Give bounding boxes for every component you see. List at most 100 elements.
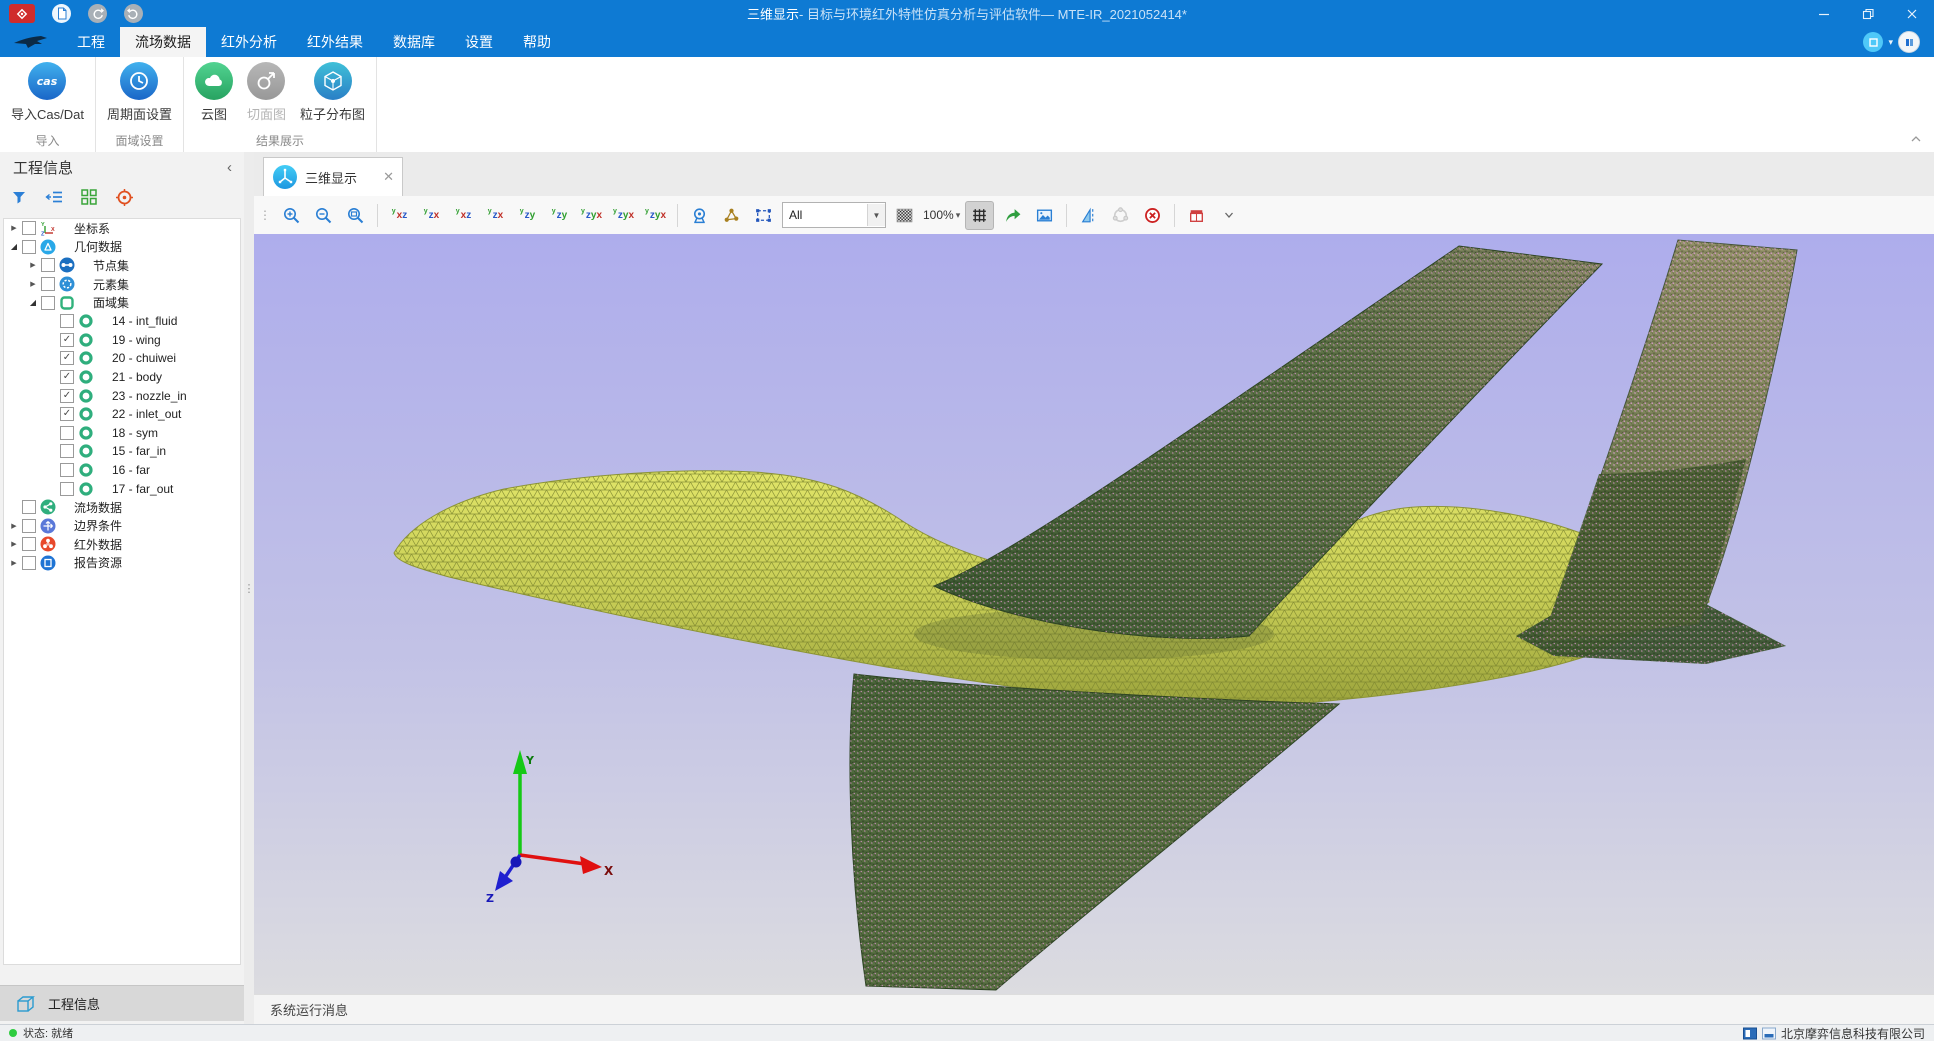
- tree-expander-icon[interactable]: ◢: [8, 242, 20, 251]
- zoom-in-button[interactable]: [278, 202, 305, 229]
- close-button[interactable]: [1890, 0, 1934, 27]
- tree-checkbox[interactable]: [22, 537, 36, 551]
- tree-checkbox[interactable]: [60, 463, 74, 477]
- ribbon-button-cas[interactable]: cas导入Cas/Dat: [6, 57, 89, 123]
- tree-expander-icon[interactable]: ▶: [27, 261, 39, 269]
- tree-item-2[interactable]: ◢几何数据: [4, 238, 240, 257]
- grid-toggle-button[interactable]: [965, 201, 994, 230]
- menu-item-1[interactable]: 工程: [62, 27, 120, 57]
- tree-item-5[interactable]: ◢面域集: [4, 293, 240, 312]
- ribbon-button-cloud[interactable]: 云图: [190, 57, 238, 123]
- tab-3d-view[interactable]: 三维显示 ✕: [263, 157, 403, 196]
- view-iso-3-button[interactable]: yzyx: [642, 202, 669, 229]
- view-zx-back-button[interactable]: yzx: [482, 202, 509, 229]
- tree-item-11[interactable]: ✓22 - inlet_out: [4, 405, 240, 424]
- zoom-window-button[interactable]: [342, 202, 369, 229]
- view-iso-1-button[interactable]: yzyx: [578, 202, 605, 229]
- display-filter-select[interactable]: All▼: [782, 202, 886, 228]
- more-options-caret[interactable]: [1215, 202, 1242, 229]
- maximize-button[interactable]: [1846, 0, 1890, 27]
- viewport-3d[interactable]: Y X Z: [254, 234, 1934, 995]
- tree-checkbox[interactable]: [41, 296, 55, 310]
- tree-checkbox[interactable]: [41, 258, 55, 272]
- tree-item-7[interactable]: ✓19 - wing: [4, 331, 240, 350]
- trace-points-button[interactable]: [718, 202, 745, 229]
- tree-checkbox[interactable]: [22, 519, 36, 533]
- tree-checkbox[interactable]: [22, 221, 36, 235]
- app-icon[interactable]: [9, 4, 35, 23]
- layout-toggle-2-icon[interactable]: [1762, 1027, 1776, 1040]
- tree-item-19[interactable]: ▶报告资源: [4, 554, 240, 573]
- mirror-button[interactable]: [1075, 202, 1102, 229]
- combo-arrow-icon[interactable]: ▼: [867, 204, 885, 226]
- tree-item-6[interactable]: 14 - int_fluid: [4, 312, 240, 331]
- tree-item-16[interactable]: 流场数据: [4, 498, 240, 517]
- zoom-percent-dropdown[interactable]: 100%▾: [923, 208, 960, 222]
- tree-checkbox[interactable]: [60, 426, 74, 440]
- cancel-button[interactable]: [1139, 202, 1166, 229]
- tree-checkbox[interactable]: ✓: [60, 333, 74, 347]
- snapshot-button[interactable]: [1031, 202, 1058, 229]
- tree-checkbox[interactable]: [60, 482, 74, 496]
- tree-expander-icon[interactable]: ▶: [8, 522, 20, 530]
- tree-item-4[interactable]: ▶元素集: [4, 275, 240, 294]
- tree-item-14[interactable]: 16 - far: [4, 461, 240, 480]
- view-xz-back-button[interactable]: yxz: [450, 202, 477, 229]
- tree-item-1[interactable]: ▶YZX坐标系: [4, 219, 240, 238]
- tree-expander-icon[interactable]: ▶: [27, 280, 39, 288]
- tree-item-8[interactable]: ✓20 - chuiwei: [4, 349, 240, 368]
- tree-item-3[interactable]: ▶节点集: [4, 256, 240, 275]
- new-doc-button[interactable]: [52, 4, 71, 23]
- ribbon-button-clock[interactable]: 周期面设置: [102, 57, 177, 123]
- export-view-button[interactable]: [999, 202, 1026, 229]
- viewpoint-button[interactable]: [686, 202, 713, 229]
- panel-collapse-button[interactable]: ‹: [227, 160, 232, 175]
- ribbon-collapse-chevron[interactable]: [1910, 130, 1922, 148]
- outline-button[interactable]: [44, 187, 64, 207]
- view-zx-button[interactable]: yzx: [418, 202, 445, 229]
- view-xz-button[interactable]: yxz: [386, 202, 413, 229]
- section-box-button[interactable]: [1183, 202, 1210, 229]
- tab-close-icon[interactable]: ✕: [383, 169, 394, 185]
- locate-button[interactable]: [114, 187, 134, 207]
- tree-checkbox[interactable]: ✓: [60, 407, 74, 421]
- box-select-button[interactable]: [750, 202, 777, 229]
- tree-checkbox[interactable]: ✓: [60, 370, 74, 384]
- ribbon-button-particles[interactable]: 粒子分布图: [295, 57, 370, 123]
- theme-caret-icon[interactable]: ▾: [1888, 37, 1893, 48]
- tree-checkbox[interactable]: ✓: [60, 389, 74, 403]
- tree-expander-icon[interactable]: ▶: [8, 224, 20, 232]
- redo-button[interactable]: [124, 4, 143, 23]
- theme-button[interactable]: [1863, 32, 1883, 52]
- tree-checkbox[interactable]: [22, 240, 36, 254]
- tree-checkbox[interactable]: [22, 500, 36, 514]
- dither-button[interactable]: [891, 202, 918, 229]
- menu-item-7[interactable]: 帮助: [508, 27, 566, 57]
- menu-item-3[interactable]: 红外分析: [206, 27, 292, 57]
- tree-checkbox[interactable]: ✓: [60, 351, 74, 365]
- tree-checkbox[interactable]: [41, 277, 55, 291]
- tree-item-18[interactable]: ▶红外数据: [4, 535, 240, 554]
- filter-button[interactable]: [9, 187, 29, 207]
- menu-item-4[interactable]: 红外结果: [292, 27, 378, 57]
- tree-item-10[interactable]: ✓23 - nozzle_in: [4, 386, 240, 405]
- view-zy-back-button[interactable]: yzy: [546, 202, 573, 229]
- tree-item-17[interactable]: ▶边界条件: [4, 517, 240, 536]
- sphere-display-button[interactable]: [1107, 202, 1134, 229]
- zoom-out-button[interactable]: [310, 202, 337, 229]
- panel-bottom-tab[interactable]: 工程信息: [0, 985, 244, 1021]
- tree-item-9[interactable]: ✓21 - body: [4, 368, 240, 387]
- tree-expander-icon[interactable]: ▶: [8, 559, 20, 567]
- grid-view-button[interactable]: [79, 187, 99, 207]
- help-button[interactable]: [1898, 31, 1920, 53]
- tree-checkbox[interactable]: [60, 314, 74, 328]
- menu-item-2[interactable]: 流场数据: [120, 27, 206, 57]
- tree-expander-icon[interactable]: ◢: [27, 298, 39, 307]
- tree-item-12[interactable]: 18 - sym: [4, 424, 240, 443]
- view-iso-2-button[interactable]: yzyx: [610, 202, 637, 229]
- tree-expander-icon[interactable]: ▶: [8, 540, 20, 548]
- minimize-button[interactable]: [1802, 0, 1846, 27]
- undo-button[interactable]: [88, 4, 107, 23]
- tree-item-13[interactable]: 15 - far_in: [4, 442, 240, 461]
- tree-checkbox[interactable]: [22, 556, 36, 570]
